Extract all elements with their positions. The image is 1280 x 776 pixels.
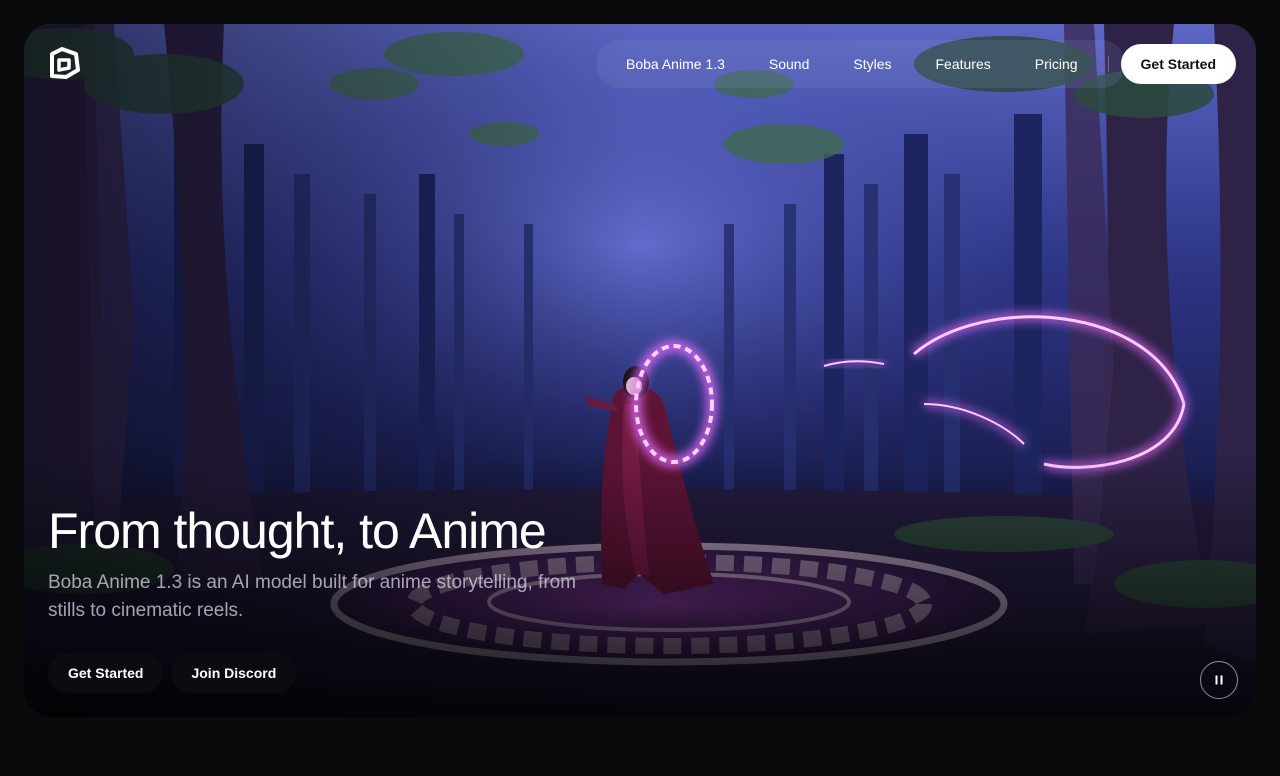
nav-divider <box>1107 56 1109 72</box>
hero-subtitle: Boba Anime 1.3 is an AI model built for … <box>48 572 577 621</box>
pause-icon <box>1215 675 1223 685</box>
boba-logo-icon[interactable] <box>48 46 82 80</box>
nav-link-styles[interactable]: Styles <box>831 40 913 88</box>
nav-link-features[interactable]: Features <box>913 40 1012 88</box>
join-discord-button[interactable]: Join Discord <box>171 653 297 693</box>
nav-link-pricing[interactable]: Pricing <box>1013 40 1100 88</box>
video-pause-button[interactable] <box>1200 661 1238 699</box>
nav-link-boba-anime[interactable]: Boba Anime 1.3 <box>604 40 747 88</box>
nav-links-group: Boba Anime 1.3 Sound Styles Features Pri… <box>596 40 1125 88</box>
top-navigation: Boba Anime 1.3 Sound Styles Features Pri… <box>596 40 1236 88</box>
hero-get-started-button[interactable]: Get Started <box>48 653 164 693</box>
hero-title: From thought, to Anime <box>48 503 547 559</box>
nav-get-started-button[interactable]: Get Started <box>1120 44 1236 84</box>
hero-cta-group: Get Started Join Discord <box>48 653 297 693</box>
nav-link-sound[interactable]: Sound <box>747 40 831 88</box>
hero-section: Boba Anime 1.3 Sound Styles Features Pri… <box>24 24 1256 717</box>
